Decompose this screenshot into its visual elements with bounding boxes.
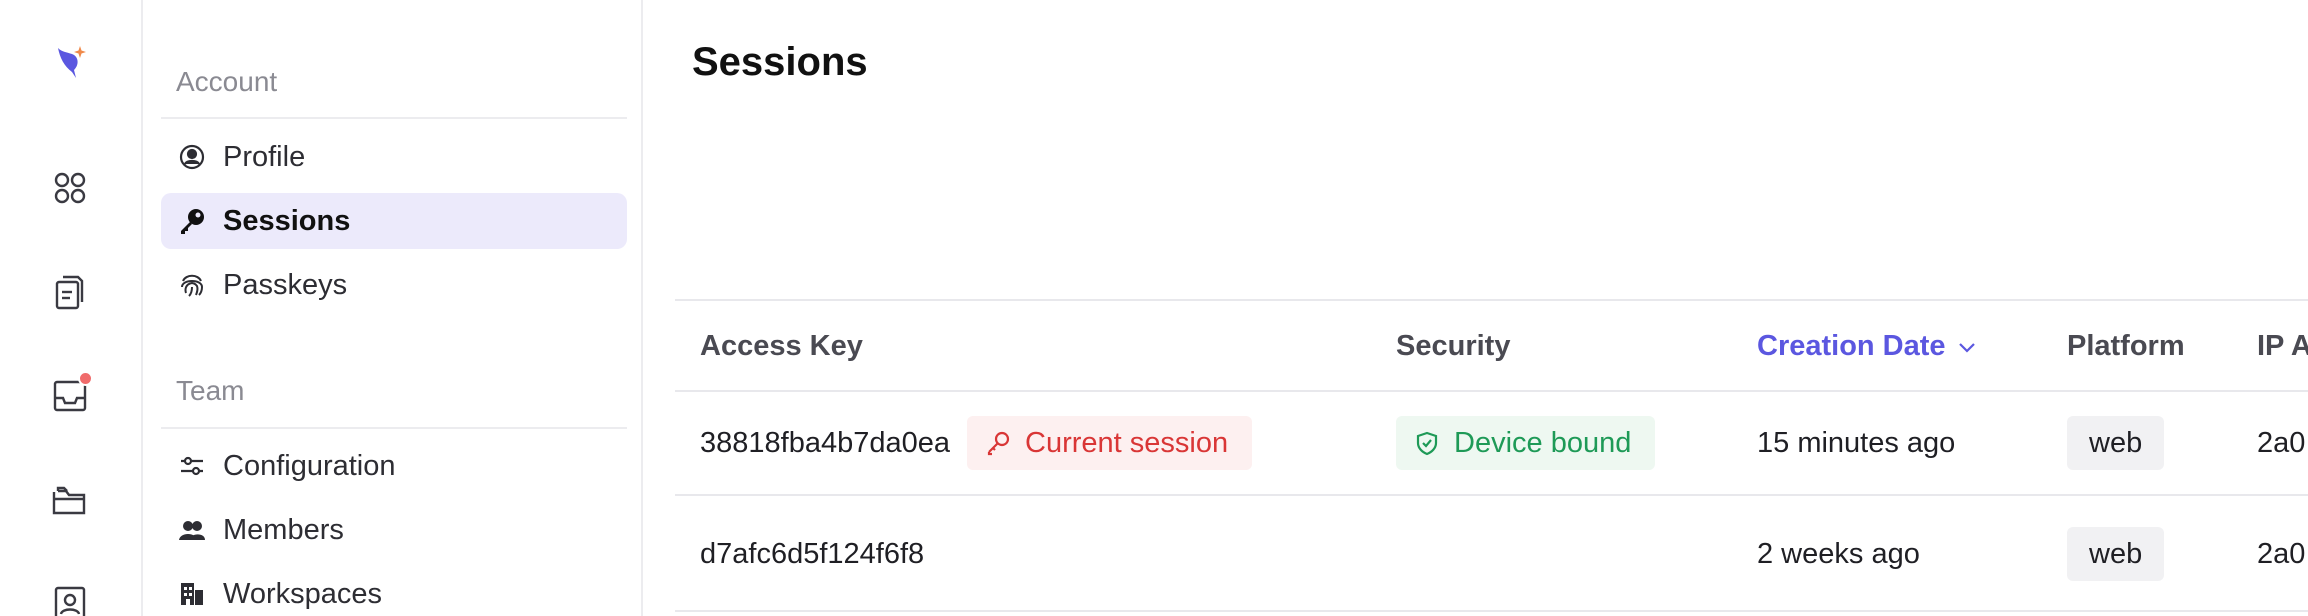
platform-chip: web — [2067, 416, 2165, 470]
ip-address-cell: 2a0 — [2257, 427, 2306, 459]
nav-item-label: Workspaces — [223, 577, 383, 610]
nav-divider — [161, 427, 627, 429]
inbox-icon[interactable] — [44, 370, 96, 422]
creation-date-cell: 2 weeks ago — [1757, 538, 1920, 570]
nav-item-profile[interactable]: Profile — [161, 129, 627, 185]
page-title: Sessions — [692, 40, 868, 84]
user-circle-icon — [177, 142, 207, 172]
nav-item-configuration[interactable]: Configuration — [161, 438, 627, 494]
column-header-platform[interactable]: Platform — [2067, 330, 2185, 363]
nav-item-label: Profile — [223, 140, 306, 173]
account-section-heading: Account — [176, 66, 278, 97]
key-icon — [177, 206, 207, 236]
key-icon — [987, 431, 1010, 456]
table-top-border — [675, 299, 2308, 301]
folder-icon[interactable] — [44, 474, 96, 526]
nav-item-passkeys[interactable]: Passkeys — [161, 257, 627, 313]
building-icon — [177, 579, 207, 609]
main-content: Sessions Access Key Security Creation Da… — [645, 0, 2308, 616]
nav-item-label: Configuration — [223, 449, 396, 482]
column-header-security[interactable]: Security — [1396, 330, 1510, 363]
documents-icon[interactable] — [44, 266, 96, 318]
nav-item-workspaces[interactable]: Workspaces — [161, 566, 627, 616]
sliders-icon — [177, 451, 207, 481]
device-bound-badge: Device bound — [1396, 416, 1656, 470]
shield-check-icon — [1416, 431, 1438, 456]
access-key-cell: d7afc6d5f124f6f8 — [700, 538, 925, 570]
current-session-label: Current session — [1025, 426, 1229, 459]
app-rail — [0, 0, 143, 616]
table-header-divider — [675, 390, 2308, 392]
notification-dot — [78, 371, 93, 386]
current-session-badge: Current session — [967, 416, 1253, 470]
nav-item-label: Sessions — [223, 204, 351, 237]
contacts-icon[interactable] — [44, 578, 96, 616]
column-header-creation-date[interactable]: Creation Date — [1757, 330, 1978, 363]
users-icon — [177, 515, 207, 545]
nav-item-label: Passkeys — [223, 268, 348, 301]
chevron-down-icon — [1958, 342, 1975, 353]
settings-nav: Account Profile Sessions Passkeys Team C… — [145, 0, 643, 616]
logo-icon[interactable] — [44, 36, 96, 88]
apps-icon[interactable] — [44, 162, 96, 214]
platform-chip: web — [2067, 527, 2165, 581]
ip-address-cell: 2a0 — [2257, 538, 2306, 570]
column-header-access-key[interactable]: Access Key — [700, 330, 863, 363]
nav-item-sessions[interactable]: Sessions — [161, 193, 627, 249]
access-key-cell: 38818fba4b7da0ea — [700, 427, 950, 459]
device-bound-label: Device bound — [1454, 426, 1632, 459]
nav-item-members[interactable]: Members — [161, 502, 627, 558]
team-section-heading: Team — [176, 375, 245, 406]
nav-item-label: Members — [223, 513, 344, 546]
creation-date-cell: 15 minutes ago — [1757, 427, 1956, 459]
row-divider — [675, 610, 2308, 612]
column-header-label: Creation Date — [1757, 330, 1946, 362]
nav-divider — [161, 117, 627, 119]
column-header-ip-address[interactable]: IP A — [2257, 330, 2308, 363]
row-divider — [675, 494, 2308, 496]
fingerprint-icon — [177, 270, 207, 300]
